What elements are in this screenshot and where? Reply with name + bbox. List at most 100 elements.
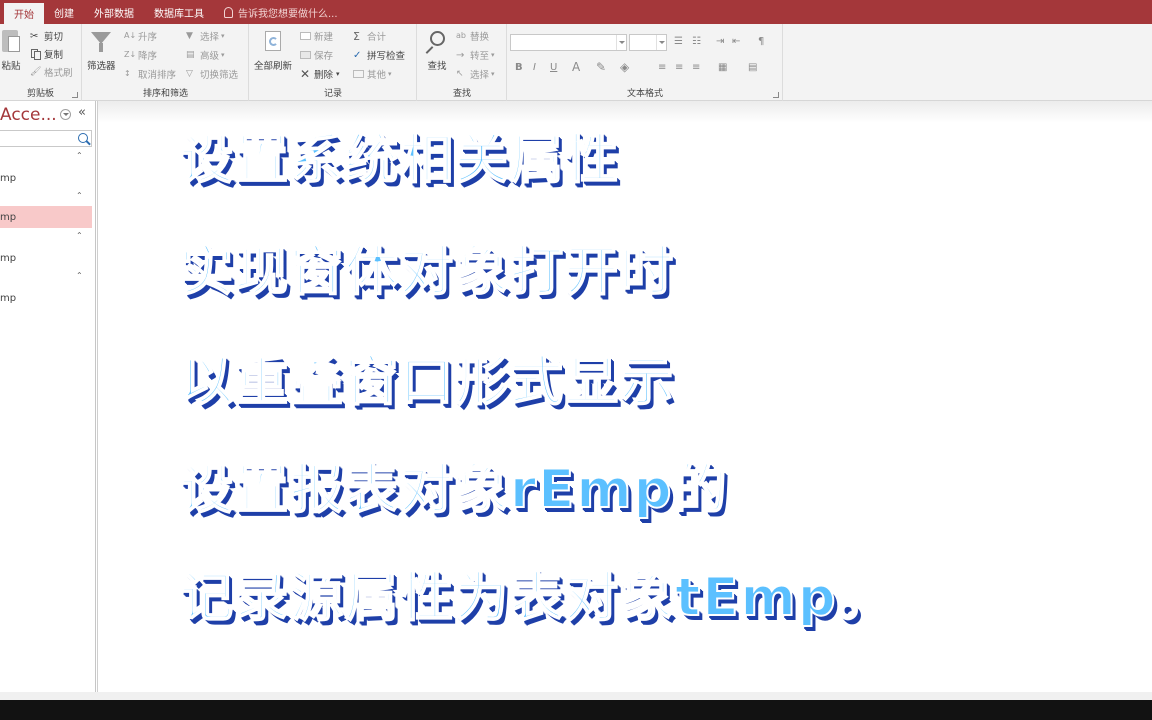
find-group-label: 查找 [452, 89, 471, 99]
sort-ascending-button[interactable]: A↓ 升序 [124, 29, 157, 44]
paste-button[interactable]: 粘贴 [0, 28, 24, 72]
totals-button[interactable]: Σ 合计 [353, 29, 386, 44]
chevron-down-icon[interactable] [656, 35, 666, 50]
tell-me-search[interactable]: 告诉我您想要做什么... [224, 0, 338, 24]
italic-button[interactable]: I [533, 62, 536, 73]
delete-record-button[interactable]: ✕ 删除 ▾ [300, 66, 340, 82]
find-button[interactable]: 查找 [424, 28, 450, 72]
group-collapse-icon[interactable]: ⌃ [76, 271, 83, 280]
group-clipboard: 粘贴 ✂ 剪切 复制 🖌 格式刷 剪贴板 [0, 24, 82, 101]
tab-external-data[interactable]: 外部数据 [84, 0, 144, 24]
lightbulb-icon [224, 6, 233, 18]
text-direction-icon[interactable]: ¶ [758, 36, 764, 47]
font-name-combo[interactable] [510, 34, 627, 51]
cursor-icon: ↖ [456, 68, 464, 79]
group-text-format: ☰ ☷ ⇥ ⇤ ¶ B I U A ✎ ◈ ≡ ≡ ≡ ▦ ▤ 文本格式 [508, 24, 783, 101]
bold-button[interactable]: B [515, 62, 523, 73]
cut-button[interactable]: ✂ 剪切 [30, 29, 63, 44]
nav-search-input[interactable] [0, 130, 92, 147]
remove-sort-button[interactable]: ↕ 取消排序 [124, 67, 176, 82]
bottom-bar [0, 692, 1152, 720]
search-icon[interactable] [78, 133, 88, 143]
alternate-row-color-icon[interactable]: ▤ [748, 62, 757, 73]
refresh-all-button[interactable]: 全部刷新 [254, 28, 292, 72]
selection-button[interactable]: ▼ 选择 ▾ [186, 29, 225, 44]
tab-create[interactable]: 创建 [44, 0, 84, 24]
advanced-filter-icon: ▤ [186, 49, 195, 60]
sigma-icon: Σ [353, 29, 360, 43]
toggle-filter-icon: ▽ [186, 68, 193, 79]
ribbon: 粘贴 ✂ 剪切 复制 🖌 格式刷 剪贴板 筛选器 A↓ 升序 Z↓ 降序 ↕ 取… [0, 24, 1152, 101]
magnifier-icon [424, 28, 450, 56]
align-center-icon[interactable]: ≡ [675, 62, 683, 73]
nav-item-selected[interactable]: mp [0, 206, 92, 228]
clipboard-group-label: 剪贴板 [26, 89, 54, 99]
advanced-button[interactable]: ▤ 高级 ▾ [186, 48, 225, 63]
sort-descending-icon: Z↓ [124, 49, 137, 59]
text-format-group-label: 文本格式 [626, 89, 663, 99]
underline-button[interactable]: U [550, 62, 557, 73]
copy-icon [30, 48, 41, 60]
navigation-pane: Acce... « ⌃ mp ⌃ mp ⌃ mp ⌃ mp [0, 101, 96, 692]
save-icon [300, 51, 311, 59]
group-collapse-icon[interactable]: ⌃ [76, 231, 83, 240]
indent-increase-icon[interactable]: ⇥ [716, 36, 724, 47]
collapse-pane-icon[interactable]: « [78, 105, 86, 120]
numbering-icon[interactable]: ☷ [692, 36, 701, 47]
caption-line-5: 记录源属性为表对象tEmp。 [179, 567, 893, 629]
filter-button[interactable]: 筛选器 [87, 28, 116, 72]
paintbrush-icon: 🖌 [30, 66, 42, 77]
group-collapse-icon[interactable]: ⌃ [76, 151, 83, 160]
replace-button[interactable]: ab 替换 [456, 29, 489, 44]
align-right-icon[interactable]: ≡ [692, 62, 700, 73]
delete-x-icon: ✕ [300, 66, 311, 81]
bullets-icon[interactable]: ☰ [674, 36, 683, 47]
indent-decrease-icon[interactable]: ⇤ [732, 36, 740, 47]
gridlines-icon[interactable]: ▦ [718, 62, 727, 73]
nav-item[interactable]: mp [0, 167, 92, 189]
group-collapse-icon[interactable]: ⌃ [76, 191, 83, 200]
clipboard-launcher-icon[interactable] [72, 92, 78, 98]
spelling-button[interactable]: ✓ 拼写检查 [353, 48, 405, 63]
caption-line-2: 实现窗体对象打开时 [179, 241, 675, 303]
tab-home[interactable]: 开始 [4, 3, 44, 24]
sort-descending-button[interactable]: Z↓ 降序 [124, 48, 157, 63]
group-sort-filter: 筛选器 A↓ 升序 Z↓ 降序 ↕ 取消排序 ▼ 选择 ▾ ▤ 高级 ▾ ▽ 切换筛… [83, 24, 249, 101]
nav-item[interactable]: mp [0, 247, 92, 269]
caption-line-1: 设置系统相关属性 [179, 129, 620, 191]
ribbon-tab-bar: 开始 创建 外部数据 数据库工具 告诉我您想要做什么... [0, 0, 1152, 24]
clipboard-icon [0, 28, 24, 56]
format-painter-button[interactable]: 🖌 格式刷 [30, 65, 73, 80]
highlight-icon[interactable]: ✎ [596, 60, 606, 74]
copy-button[interactable]: 复制 [30, 47, 63, 61]
nav-pane-title[interactable]: Acce... [0, 105, 57, 125]
save-record-button[interactable]: 保存 [300, 48, 333, 62]
records-group-label: 记录 [323, 89, 342, 99]
chevron-down-icon[interactable] [616, 35, 626, 50]
goto-button[interactable]: → 转至 ▾ [456, 48, 495, 63]
arrow-right-icon: → [456, 49, 465, 61]
sort-ascending-icon: A↓ [124, 30, 137, 40]
toggle-filter-button[interactable]: ▽ 切换筛选 [186, 67, 238, 82]
scissors-icon: ✂ [30, 30, 39, 42]
caption-line-3: 以重叠窗口形式显示 [179, 351, 675, 413]
group-find: 查找 ab 替换 → 转至 ▾ ↖ 选择 ▾ 查找 [418, 24, 507, 101]
selection-filter-icon: ▼ [186, 30, 193, 41]
replace-icon: ab [456, 30, 466, 40]
remove-sort-icon: ↕ [124, 68, 131, 78]
text-format-launcher-icon[interactable] [773, 92, 779, 98]
new-record-icon [300, 32, 311, 40]
more-button[interactable]: 其他 ▾ [353, 67, 392, 81]
select-button[interactable]: ↖ 选择 ▾ [456, 67, 495, 82]
new-record-button[interactable]: 新建 [300, 29, 333, 43]
nav-menu-dropdown-icon[interactable] [60, 109, 71, 120]
spell-check-icon: ✓ [353, 49, 362, 61]
align-left-icon[interactable]: ≡ [658, 62, 666, 73]
font-size-combo[interactable] [629, 34, 667, 51]
nav-item[interactable]: mp [0, 287, 92, 309]
fill-color-icon[interactable]: ◈ [620, 60, 629, 74]
grid-icon [353, 70, 364, 78]
funnel-icon [88, 28, 114, 56]
tab-database-tools[interactable]: 数据库工具 [144, 0, 214, 24]
font-color-icon[interactable]: A [572, 60, 580, 74]
